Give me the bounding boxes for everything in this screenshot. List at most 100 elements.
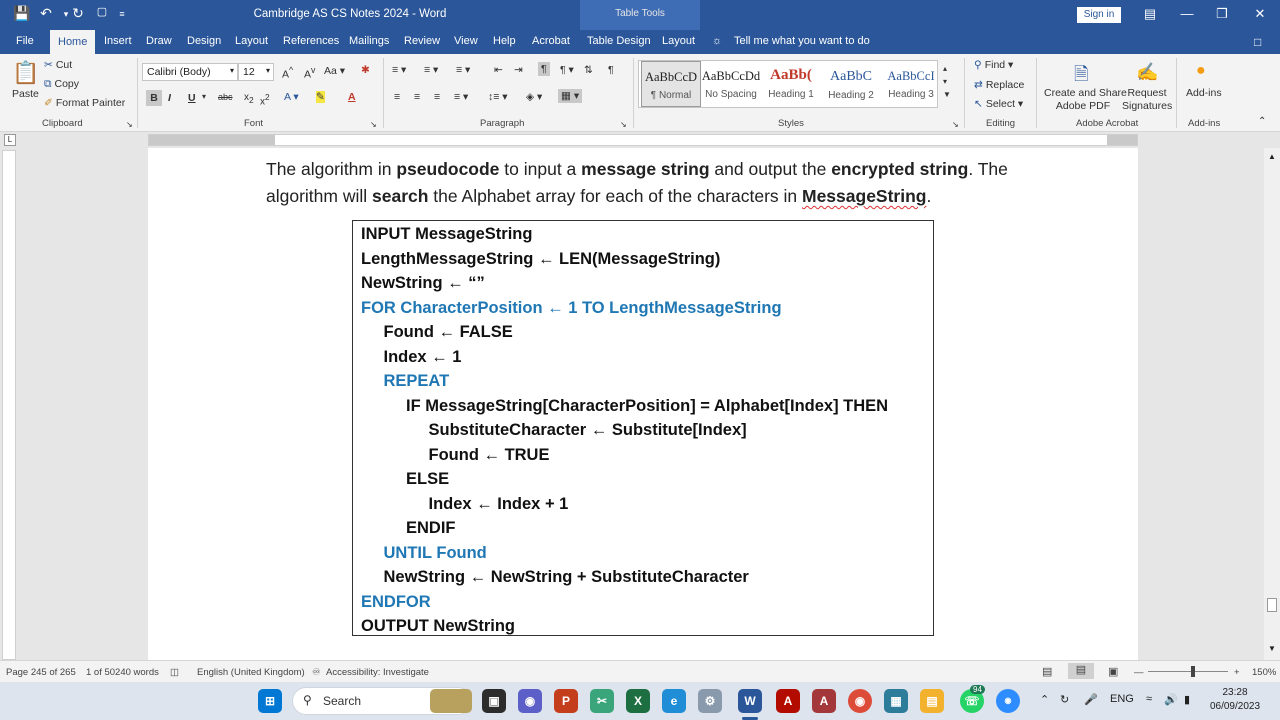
underline-dropdown-icon[interactable]: ▾ bbox=[202, 92, 206, 101]
cut-button[interactable]: ✂ Cut bbox=[44, 59, 72, 71]
document-page[interactable]: The algorithm in pseudocode to input a m… bbox=[148, 148, 1138, 660]
horizontal-ruler[interactable] bbox=[148, 134, 1138, 146]
align-center-icon[interactable]: ≡ bbox=[414, 91, 420, 103]
language-indicator[interactable]: English (United Kingdom) bbox=[197, 667, 305, 678]
copy-button[interactable]: ⧉ Copy bbox=[44, 78, 79, 91]
tab-insert[interactable]: Insert bbox=[104, 35, 132, 47]
font-launcher-icon[interactable]: ↘ bbox=[370, 120, 377, 129]
wifi-icon[interactable]: ≈ bbox=[1146, 693, 1152, 705]
paste-icon[interactable]: 📋 bbox=[12, 60, 39, 86]
minimize-icon[interactable]: — bbox=[1172, 6, 1202, 21]
print-layout-icon[interactable]: ▤ bbox=[1068, 663, 1094, 679]
grow-font-icon[interactable]: A^ bbox=[282, 65, 293, 81]
ribbon-display-icon[interactable]: ▤ bbox=[1135, 6, 1165, 22]
decrease-indent-icon[interactable]: ⇤ bbox=[494, 64, 503, 76]
styles-scroll-icon[interactable]: ▴ ▾ ▼ bbox=[943, 62, 951, 101]
numbering-icon[interactable]: ≡ ▾ bbox=[424, 64, 438, 76]
language-indicator-tray[interactable]: ENG bbox=[1110, 693, 1134, 705]
superscript-icon[interactable]: x2 bbox=[260, 92, 270, 107]
shrink-font-icon[interactable]: Av bbox=[304, 65, 315, 81]
comments-icon[interactable]: □ bbox=[1254, 35, 1261, 49]
zoom-level[interactable]: 150% bbox=[1252, 667, 1276, 678]
subscript-icon[interactable]: x2 bbox=[244, 92, 254, 105]
shading-icon[interactable]: ◈ ▾ bbox=[526, 91, 542, 103]
italic-icon[interactable]: I bbox=[168, 92, 171, 104]
tab-design[interactable]: Design bbox=[187, 35, 221, 47]
justify-icon[interactable]: ≡ ▾ bbox=[454, 91, 468, 103]
tab-layout[interactable]: Layout bbox=[235, 35, 268, 47]
style-heading-1[interactable]: AaBb(Heading 1 bbox=[761, 61, 821, 107]
style-no-spacing[interactable]: AaBbCcDd No Spacing bbox=[701, 61, 761, 107]
tab-mailings[interactable]: Mailings bbox=[349, 35, 389, 47]
scroll-up-icon[interactable]: ▲ bbox=[1268, 152, 1276, 161]
add-ins-button[interactable]: Add-ins bbox=[1186, 87, 1222, 99]
tab-help[interactable]: Help bbox=[493, 35, 516, 47]
multilevel-list-icon[interactable]: ≡ ▾ bbox=[456, 64, 470, 76]
format-painter-button[interactable]: ✐ Format Painter bbox=[44, 97, 125, 109]
style-normal[interactable]: AaBbCcD ¶ Normal bbox=[641, 61, 701, 107]
tab-selector-icon[interactable]: L bbox=[4, 134, 16, 146]
store-icon[interactable]: ▦ bbox=[884, 689, 908, 713]
maximize-icon[interactable]: ❐ bbox=[1207, 6, 1237, 22]
underline-icon[interactable]: U bbox=[188, 92, 196, 104]
highlight-icon[interactable]: ✎ bbox=[316, 91, 325, 103]
zoom-in-icon[interactable]: + bbox=[1234, 667, 1240, 678]
align-left-icon[interactable]: ≡ bbox=[394, 91, 400, 103]
replace-button[interactable]: ⇄ Replace bbox=[974, 79, 1024, 91]
chrome-icon[interactable]: ◉ bbox=[848, 689, 872, 713]
tab-view[interactable]: View bbox=[454, 35, 478, 47]
bold-icon[interactable]: B bbox=[146, 90, 162, 106]
tab-references[interactable]: References bbox=[283, 35, 339, 47]
tab-draw[interactable]: Draw bbox=[146, 35, 172, 47]
clipboard-launcher-icon[interactable]: ↘ bbox=[126, 120, 133, 129]
volume-icon[interactable]: 🔊 bbox=[1164, 693, 1178, 706]
chat-icon[interactable]: ◉ bbox=[518, 689, 542, 713]
page-count[interactable]: Page 245 of 265 bbox=[6, 667, 76, 678]
tell-me-search[interactable]: Tell me what you want to do bbox=[734, 35, 870, 47]
tab-acrobat[interactable]: Acrobat bbox=[532, 35, 570, 47]
paste-button[interactable]: Paste bbox=[12, 88, 39, 100]
sync-icon[interactable]: ↻ bbox=[1060, 693, 1069, 706]
change-case-icon[interactable]: Aa ▾ bbox=[324, 65, 345, 77]
font-size-select[interactable]: 12 ▾ bbox=[238, 63, 274, 81]
zoom-slider-thumb[interactable] bbox=[1191, 666, 1195, 677]
windows-start-icon[interactable]: ⊞ bbox=[258, 689, 282, 713]
create-pdf-button[interactable]: Create and Share Adobe PDF bbox=[1044, 87, 1127, 113]
rtl-icon[interactable]: ¶ ▾ bbox=[560, 64, 574, 76]
sign-in-button[interactable]: Sign in bbox=[1077, 7, 1121, 23]
zoom-app-icon[interactable]: ◉ bbox=[996, 689, 1020, 713]
word-icon[interactable]: W bbox=[738, 689, 762, 713]
request-signatures-button[interactable]: Request Signatures bbox=[1122, 87, 1172, 113]
photos-icon[interactable]: ⚙ bbox=[698, 689, 722, 713]
find-button[interactable]: ⚲ Find ▾ bbox=[974, 59, 1013, 71]
accessibility-status[interactable]: Accessibility: Investigate bbox=[326, 667, 429, 678]
collapse-ribbon-icon[interactable]: ⌃ bbox=[1258, 116, 1266, 127]
ltr-icon[interactable]: ¶ bbox=[538, 62, 550, 76]
paragraph-launcher-icon[interactable]: ↘ bbox=[620, 120, 627, 129]
vertical-ruler[interactable] bbox=[2, 150, 16, 660]
tab-review[interactable]: Review bbox=[404, 35, 440, 47]
tray-overflow-icon[interactable]: ⌃ bbox=[1040, 693, 1049, 706]
scroll-down-icon[interactable]: ▼ bbox=[1268, 644, 1276, 653]
microphone-icon[interactable]: 🎤 bbox=[1084, 693, 1098, 706]
access-icon[interactable]: A bbox=[812, 689, 836, 713]
align-right-icon[interactable]: ≡ bbox=[434, 91, 440, 103]
tab-table-design[interactable]: Table Design bbox=[587, 35, 651, 47]
font-color-icon[interactable]: A bbox=[348, 91, 356, 103]
read-mode-icon[interactable]: ▤ bbox=[1042, 665, 1052, 678]
text-effects-icon[interactable]: A ▾ bbox=[284, 91, 299, 103]
web-layout-icon[interactable]: ▣ bbox=[1108, 665, 1118, 678]
zoom-out-icon[interactable]: — bbox=[1134, 667, 1144, 678]
close-icon[interactable]: ✕ bbox=[1245, 6, 1275, 22]
scroll-thumb[interactable] bbox=[1267, 598, 1277, 612]
clock[interactable]: 23:28 06/09/2023 bbox=[1200, 686, 1270, 714]
tab-table-layout[interactable]: Layout bbox=[662, 35, 695, 47]
style-heading-3[interactable]: AaBbCcI Heading 3 bbox=[881, 61, 941, 107]
bullets-icon[interactable]: ≡ ▾ bbox=[392, 64, 406, 76]
styles-launcher-icon[interactable]: ↘ bbox=[952, 120, 959, 129]
file-explorer-icon[interactable]: ▤ bbox=[920, 689, 944, 713]
vertical-scrollbar[interactable]: ▲ ▼ bbox=[1264, 148, 1280, 660]
excel-icon[interactable]: X bbox=[626, 689, 650, 713]
style-heading-2[interactable]: AaBbC Heading 2 bbox=[821, 61, 881, 107]
font-family-select[interactable]: Calibri (Body) ▾ bbox=[142, 63, 238, 81]
